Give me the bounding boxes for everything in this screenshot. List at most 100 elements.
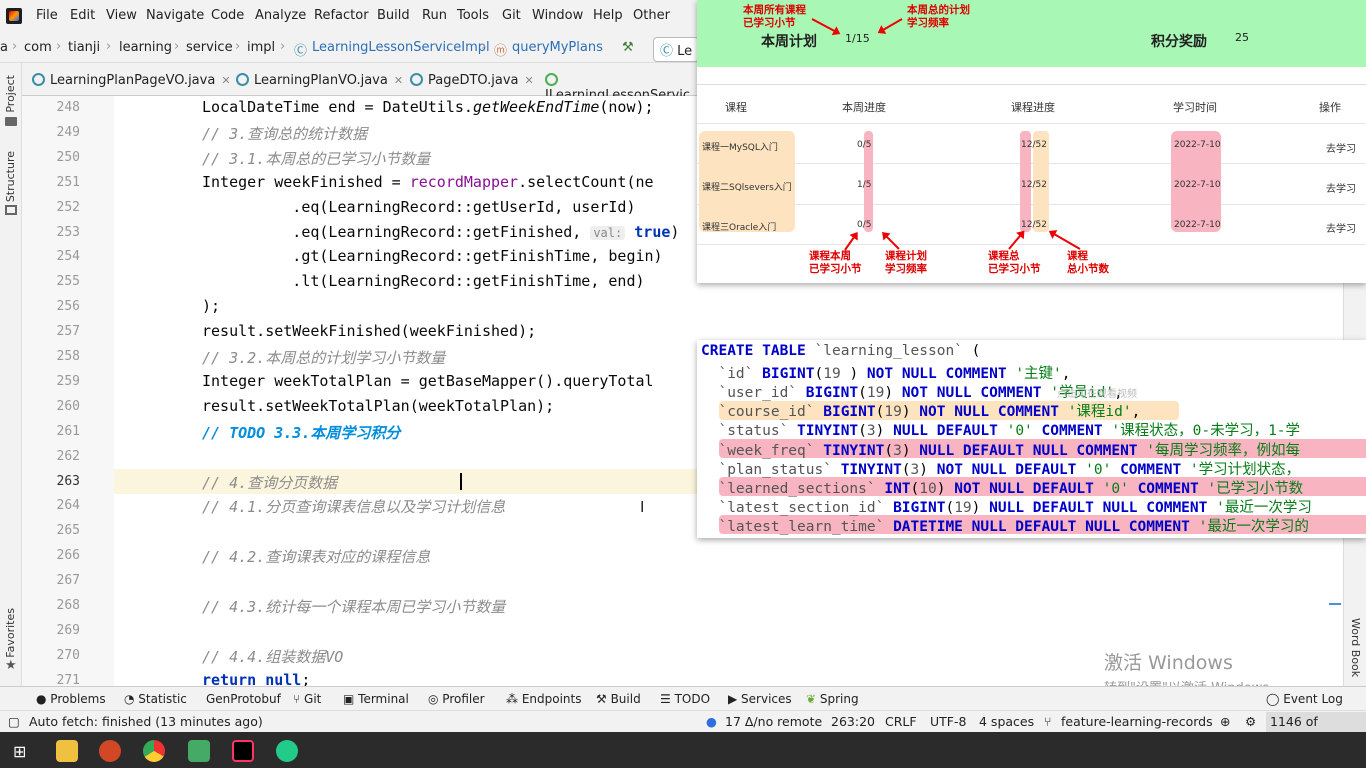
project-tool-button[interactable]: Project — [4, 75, 17, 113]
close-icon[interactable]: ✕ — [394, 74, 403, 87]
caret-position[interactable]: 263:20 — [831, 714, 875, 729]
status-message[interactable]: Auto fetch: finished (13 minutes ago) — [29, 714, 263, 729]
tab-pagedto[interactable]: PageDTO.java ✕ — [410, 73, 534, 88]
menu-edit[interactable]: Edit — [70, 8, 95, 23]
run-config-selector[interactable]: Ⓒ Le — [653, 37, 700, 62]
close-icon[interactable]: ✕ — [221, 74, 230, 87]
sql-token: `week_freq` — [701, 442, 815, 459]
breadcrumb-item[interactable]: a — [0, 40, 8, 55]
line-number: 268 — [56, 598, 80, 613]
menu-navigate[interactable]: Navigate — [146, 8, 204, 23]
event-log-tool-button[interactable]: ◯ Event Log — [1266, 692, 1343, 706]
build-tool-button[interactable]: ⚒ Build — [596, 692, 641, 706]
menu-tools[interactable]: Tools — [457, 8, 489, 23]
vcs-status[interactable]: 17 Δ/no remote — [725, 714, 822, 729]
tab-learningplanpagevo[interactable]: LearningPlanPageVO.java ✕ — [32, 73, 231, 88]
code-token: // 4.4.组装数据VO — [202, 647, 344, 666]
git-branch-icon: ⑂ — [1044, 714, 1052, 729]
indent-setting[interactable]: 4 spaces — [979, 714, 1034, 729]
left-tool-strip: Project Structure Favorites ★ — [0, 63, 22, 686]
col-header-course-progress: 课程进度 — [1011, 101, 1055, 114]
menu-analyze[interactable]: Analyze — [255, 8, 306, 23]
sql-token: NOT NULL COMMENT — [866, 366, 1016, 383]
sql-token: BIGINT — [762, 366, 815, 383]
breadcrumb-item[interactable]: queryMyPlans — [512, 40, 603, 55]
menu-help[interactable]: Help — [593, 8, 623, 23]
annotation-week-plan: 本周总的计划 学习频率 — [907, 4, 970, 29]
powerpoint-icon[interactable] — [99, 740, 121, 762]
profiler-tool-button[interactable]: ◎ Profiler — [428, 692, 485, 706]
menu-view[interactable]: View — [106, 8, 137, 23]
todo-tool-button[interactable]: ☰ TODO — [660, 692, 710, 706]
hammer-icon[interactable]: ⚒ — [622, 40, 634, 55]
row-week-progress: 0/5 — [857, 140, 872, 150]
annotation-lesson-total: 课程 总小节数 — [1067, 250, 1109, 275]
col-header-week-progress: 本周进度 — [842, 101, 886, 114]
file-explorer-icon[interactable] — [56, 740, 78, 762]
spring-tool-button[interactable]: ❦ Spring — [806, 692, 859, 706]
breadcrumb-item[interactable]: service — [186, 40, 233, 55]
structure-tool-button[interactable]: Structure — [4, 151, 17, 202]
sql-token: BIGINT — [893, 499, 946, 516]
breadcrumb-item[interactable]: com — [24, 40, 52, 55]
code-line: // 3.查询总的统计数据 — [202, 123, 367, 144]
git-branch[interactable]: feature-learning-records — [1061, 714, 1213, 729]
overlay-text: 点击可在观看视频 — [1057, 389, 1137, 400]
close-icon[interactable]: ✕ — [525, 74, 534, 87]
code-token: Integer weekTotalPlan = getBaseMapper().… — [202, 371, 654, 390]
menu-build[interactable]: Build — [377, 8, 410, 23]
code-line: // 4.查询分页数据 — [202, 472, 337, 493]
menu-other[interactable]: Other — [633, 8, 670, 23]
wordbook-tool-button[interactable]: Word Book — [1349, 618, 1362, 677]
breadcrumb-item[interactable]: impl — [247, 40, 275, 55]
line-number: 265 — [56, 523, 80, 539]
points-label: 积分奖励 — [1151, 34, 1207, 50]
services-tool-button[interactable]: ▶ Services — [728, 692, 792, 706]
hs-app-icon[interactable] — [276, 740, 298, 762]
line-separator[interactable]: CRLF — [885, 714, 917, 729]
settings-icon[interactable]: ⚙ — [1245, 714, 1256, 729]
menu-run[interactable]: Run — [422, 8, 447, 23]
menu-refactor[interactable]: Refactor — [314, 8, 369, 23]
sql-token: ( — [858, 385, 867, 402]
chevron-right-icon: › — [280, 39, 286, 54]
breadcrumb-item[interactable]: tianji — [68, 40, 100, 55]
sql-token: NULL DEFAULT — [893, 423, 1007, 440]
chrome-icon[interactable] — [143, 740, 165, 762]
breadcrumb-item[interactable]: LearningLessonServiceImpl — [312, 40, 490, 55]
windows-start-icon[interactable]: ⊞ — [13, 742, 26, 761]
list-icon: ☰ — [660, 692, 675, 706]
menu-file[interactable]: File — [36, 8, 58, 23]
sql-token: , — [1061, 366, 1071, 383]
genprotobuf-tool-button[interactable]: GenProtobuf — [206, 692, 281, 706]
line-number: 269 — [56, 622, 80, 638]
breadcrumb-item[interactable]: learning — [119, 40, 172, 55]
lock-icon[interactable]: ⊕ — [1220, 714, 1230, 729]
code-line: .lt(LearningRecord::getFinishTime, end) — [202, 272, 644, 290]
problems-tool-button[interactable]: ● Problems — [36, 692, 106, 706]
text-caret — [460, 473, 462, 490]
favorites-tool-button[interactable]: Favorites — [4, 608, 17, 658]
profiler-icon: ◎ — [428, 692, 443, 706]
editor-app-icon[interactable] — [188, 740, 210, 762]
sql-line: `week_freq` TINYINT(3) NULL DEFAULT NULL… — [701, 439, 1300, 460]
line-number: 258 — [56, 349, 80, 364]
menu-code[interactable]: Code — [211, 8, 244, 23]
endpoints-tool-button[interactable]: ⁂ Endpoints — [506, 692, 582, 706]
git-tool-button[interactable]: ⑂ Git — [293, 692, 321, 706]
row-week-progress: 0/5 — [857, 220, 872, 230]
file-encoding[interactable]: UTF-8 — [930, 714, 966, 729]
sql-token: NULL DEFAULT NULL COMMENT — [989, 499, 1217, 516]
terminal-tool-button[interactable]: ▣ Terminal — [343, 692, 409, 706]
intellij-icon[interactable] — [232, 740, 254, 762]
tab-learningplanvo[interactable]: LearningPlanVO.java ✕ — [236, 73, 403, 88]
star-icon: ★ — [5, 658, 17, 673]
menu-window[interactable]: Window — [532, 8, 583, 23]
sql-token: TINYINT — [840, 461, 902, 478]
arrow-icon — [1050, 231, 1081, 250]
code-line: ); — [202, 297, 220, 315]
statistic-tool-button[interactable]: ◔ Statistic — [124, 692, 187, 706]
menu-git[interactable]: Git — [502, 8, 521, 23]
